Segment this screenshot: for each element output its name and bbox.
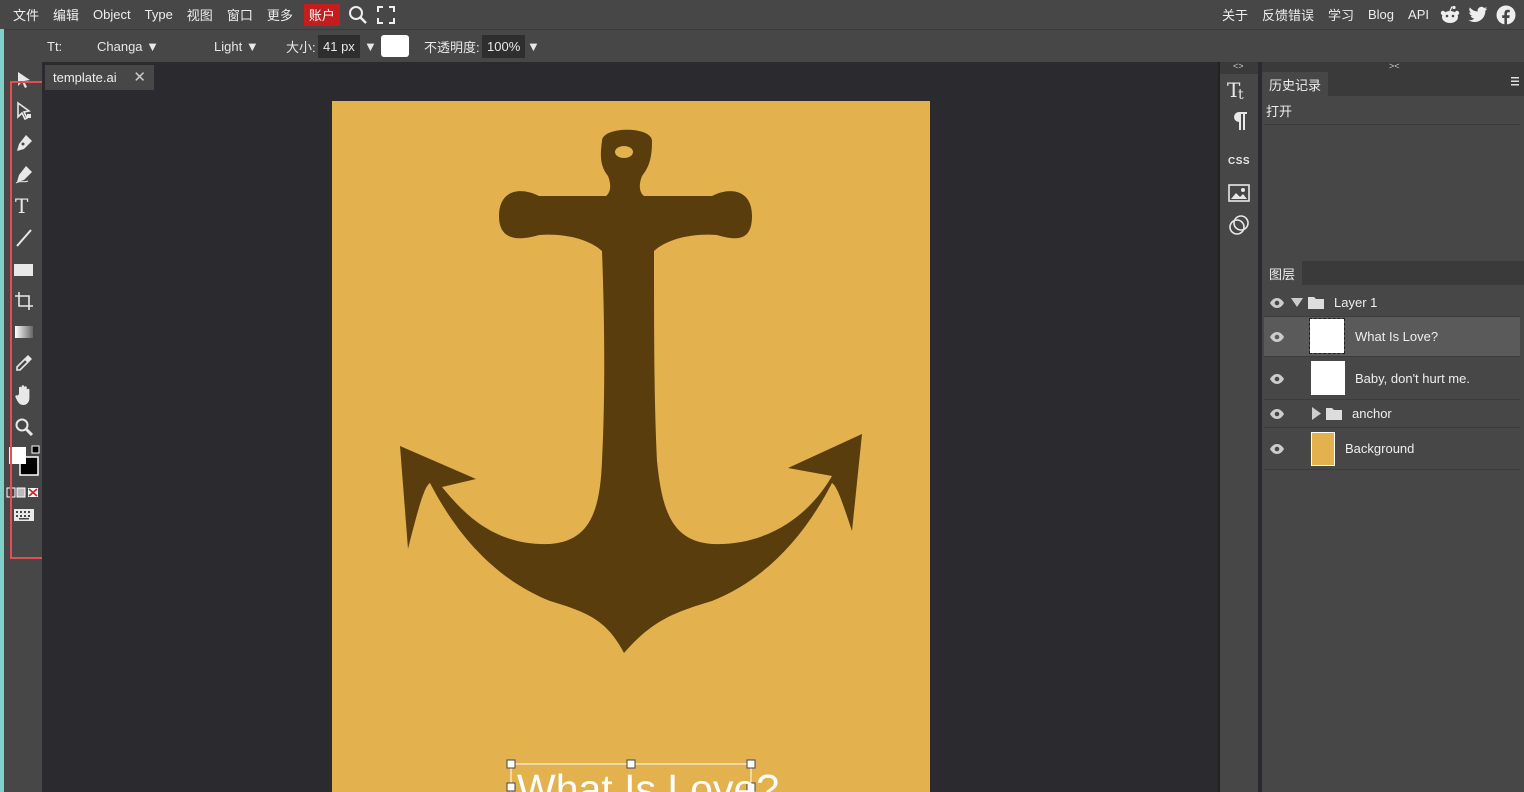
chevron-down-icon: ▼ [245, 38, 259, 54]
document-tab[interactable]: template.ai ✕ [45, 65, 154, 90]
history-tab[interactable]: 历史记录 [1262, 72, 1329, 96]
font-weight-select[interactable]: Light ▼ [214, 39, 259, 54]
anchor-graphic: What Is Love? [400, 129, 862, 792]
panel-icon-column: Tt CSS [1220, 62, 1258, 792]
menu-file[interactable]: 文件 [6, 0, 46, 29]
folder-icon [1326, 408, 1342, 420]
color-swatch[interactable] [381, 35, 409, 57]
opacity-label: 不透明度: [424, 39, 480, 55]
layer-row-layer1[interactable]: Layer 1 [1264, 289, 1520, 317]
search-icon[interactable] [344, 0, 372, 29]
layer-row-anchor[interactable]: anchor [1264, 400, 1520, 428]
character-panel-icon[interactable]: Tt [1227, 76, 1251, 102]
menu-more[interactable]: 更多 [260, 0, 300, 29]
font-family-select[interactable]: Changa ▼ [97, 39, 159, 54]
font-family-value: Changa [97, 38, 143, 54]
fullscreen-icon[interactable] [372, 0, 400, 29]
menu-bar: 文件 编辑 Object Type 视图 窗口 更多 账户 关于 反馈错误 学习… [0, 0, 1524, 29]
menu-api[interactable]: API [1401, 0, 1436, 29]
layer-thumbnail [1311, 361, 1345, 395]
reddit-icon[interactable] [1436, 0, 1464, 29]
menu-account[interactable]: 账户 [303, 3, 340, 26]
layer-thumbnail [1309, 318, 1345, 354]
menu-learn[interactable]: 学习 [1321, 0, 1361, 29]
menu-about[interactable]: 关于 [1215, 0, 1255, 29]
menu-type[interactable]: Type [138, 0, 180, 29]
svg-text:t: t [1238, 87, 1244, 101]
document-tab-title: template.ai [53, 70, 117, 85]
collapse-left-icon[interactable]: <> [1233, 61, 1244, 71]
size-input[interactable]: 41 px [318, 34, 360, 58]
image-panel-icon[interactable] [1227, 180, 1251, 206]
eye-icon[interactable] [1269, 297, 1285, 309]
close-icon[interactable]: ✕ [133, 68, 146, 86]
font-weight-value: Light [214, 38, 243, 54]
canvas-text[interactable]: What Is Love? [517, 766, 779, 792]
options-bar: Tt: Changa ▼ Light ▼ 大小: 41 px ▼ 不透明度: 1… [0, 29, 1524, 62]
menu-object[interactable]: Object [86, 0, 138, 29]
eye-icon[interactable] [1269, 443, 1285, 455]
size-dropdown[interactable]: ▼ [364, 39, 377, 54]
chevron-down-icon: ▼ [146, 38, 160, 54]
paragraph-panel-icon[interactable] [1227, 108, 1251, 134]
layers-tab[interactable]: 图层 [1262, 261, 1303, 285]
layer-thumbnail [1311, 432, 1335, 466]
opacity-dropdown[interactable]: ▼ [527, 39, 540, 54]
layer-name: Background [1345, 441, 1415, 456]
caret-right-icon[interactable] [1312, 407, 1321, 420]
facebook-icon[interactable] [1492, 0, 1520, 29]
panel-menu-icon[interactable] [1510, 74, 1522, 94]
collapse-right-icon[interactable]: >< [1389, 61, 1400, 71]
opacity-input[interactable]: 100% [482, 34, 526, 58]
tool-label: Tt: [47, 38, 63, 54]
menu-window[interactable]: 窗口 [220, 0, 260, 29]
layer-name: What Is Love? [1355, 329, 1439, 344]
size-label: 大小: [286, 39, 316, 55]
folder-icon [1308, 297, 1324, 309]
menu-edit[interactable]: 编辑 [46, 0, 86, 29]
layer-name: Baby, don't hurt me. [1355, 370, 1470, 386]
layer-row-background[interactable]: Background [1264, 428, 1520, 470]
layer-row-baby[interactable]: Baby, don't hurt me. [1264, 357, 1520, 400]
history-list [1264, 124, 1520, 256]
layer-name: anchor [1352, 406, 1392, 421]
menu-view[interactable]: 视图 [180, 0, 220, 29]
history-item[interactable]: 打开 [1266, 101, 1292, 120]
caret-down-icon[interactable] [1291, 298, 1303, 307]
eye-icon[interactable] [1269, 373, 1285, 385]
css-panel-icon[interactable]: CSS [1227, 148, 1251, 174]
eye-icon[interactable] [1269, 408, 1285, 420]
menu-blog[interactable]: Blog [1361, 0, 1401, 29]
twitter-icon[interactable] [1464, 0, 1492, 29]
menu-report-bug[interactable]: 反馈错误 [1255, 0, 1321, 29]
layer-name: Layer 1 [1334, 295, 1378, 310]
layer-row-what-is-love[interactable]: What Is Love? [1264, 317, 1520, 357]
channels-panel-icon[interactable] [1227, 212, 1251, 238]
eye-icon[interactable] [1269, 331, 1285, 343]
artboard-canvas[interactable]: What Is Love? [332, 101, 930, 792]
